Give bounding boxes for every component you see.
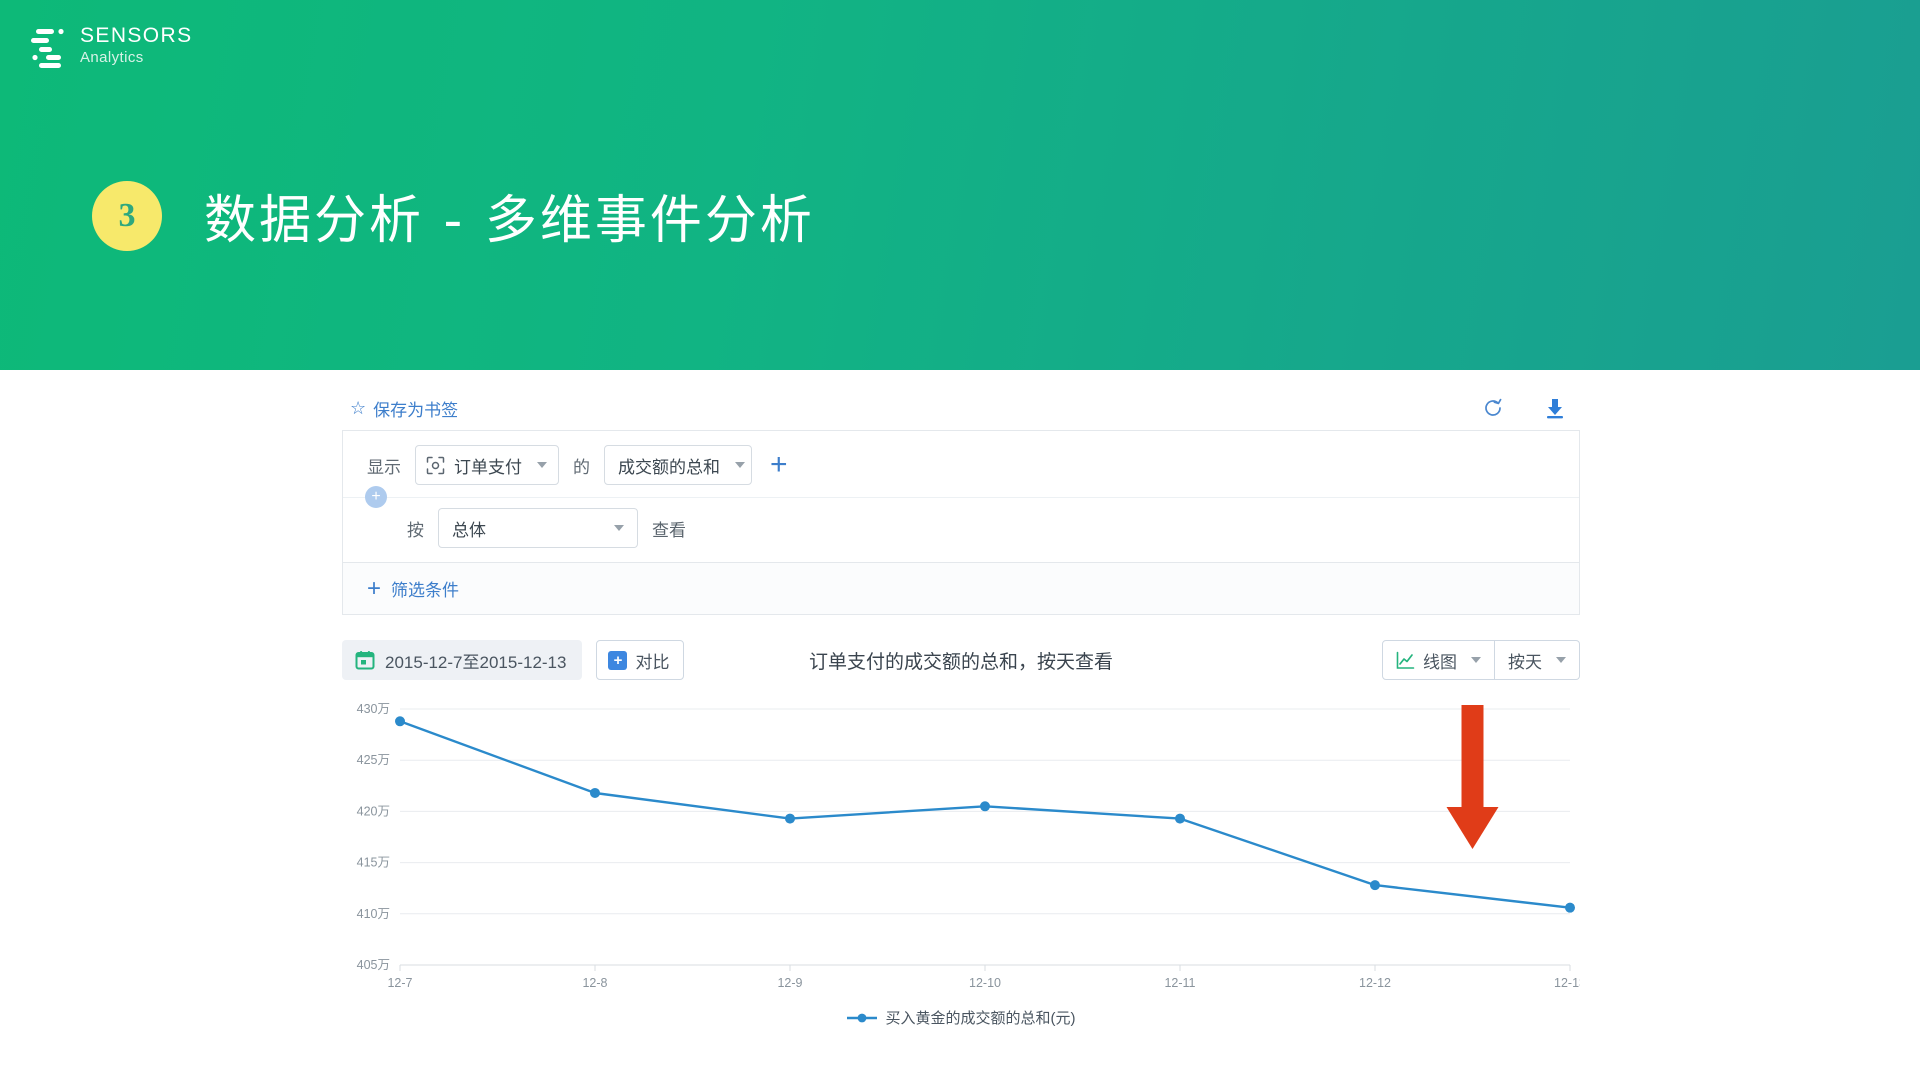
hero-header: SENSORS Analytics 3 数据分析 - 多维事件分析	[0, 0, 1920, 370]
groupby-row: 按 总体 查看	[343, 498, 1579, 562]
query-builder: 显示 订单支付 的 成交额的总和 + + 按 总体 查看	[342, 430, 1580, 562]
view-label: 查看	[652, 520, 686, 540]
chevron-down-icon	[735, 462, 745, 468]
measure-select[interactable]: 成交额的总和	[604, 445, 752, 485]
chevron-down-icon	[1471, 657, 1481, 663]
plus-icon: +	[367, 574, 382, 602]
sensors-analytics-logo-icon	[28, 26, 70, 70]
plus-square-icon: +	[608, 650, 628, 670]
chart-type-value: 线图	[1423, 652, 1457, 672]
svg-text:12-12: 12-12	[1359, 976, 1391, 990]
svg-text:12-9: 12-9	[777, 976, 802, 990]
date-range-picker[interactable]: 2015-12-7至2015-12-13	[342, 640, 583, 680]
panel-actions	[1482, 397, 1570, 419]
svg-text:430万: 430万	[357, 702, 390, 716]
chart-type-select[interactable]: 线图	[1382, 640, 1495, 680]
chart-legend: 买入黄金的成交额的总和(元)	[342, 1007, 1580, 1028]
compare-label: 对比	[635, 652, 670, 672]
hero-title-row: 3 数据分析 - 多维事件分析	[92, 178, 815, 253]
measure-select-value: 成交额的总和	[618, 457, 720, 477]
chart-toolbar: 2015-12-7至2015-12-13 + 对比 订单支付的成交额的总和，按天…	[342, 637, 1580, 683]
star-icon: ☆	[350, 398, 367, 418]
chart-canvas: 430万 425万 420万 415万 410万 405万 12-7 12-8 12-9 12-1…	[357, 702, 1580, 990]
calendar-icon	[355, 650, 375, 670]
of-label: 的	[573, 457, 590, 477]
event-select[interactable]: 订单支付	[415, 445, 559, 485]
chevron-down-icon	[614, 525, 624, 531]
filter-bar[interactable]: + 筛选条件	[342, 562, 1580, 615]
refresh-icon[interactable]	[1482, 397, 1504, 419]
save-bookmark-button[interactable]: ☆ 保存为书签	[350, 396, 458, 421]
date-range-value: 2015-12-7至2015-12-13	[385, 652, 567, 672]
svg-text:410万: 410万	[357, 907, 390, 921]
brand-name: SENSORS	[80, 24, 193, 47]
brand-subtitle: Analytics	[80, 49, 144, 66]
by-label: 按	[407, 520, 424, 540]
slide-root: SENSORS Analytics 3 数据分析 - 多维事件分析 ☆ 保存为书…	[0, 0, 1920, 1080]
brand-logo: SENSORS Analytics	[28, 22, 191, 74]
chart-view-controls: 线图 按天	[1382, 640, 1580, 680]
chevron-down-icon	[537, 462, 547, 468]
panel-toolbar: ☆ 保存为书签	[342, 386, 1580, 430]
show-label: 显示	[367, 457, 401, 477]
target-frame-icon	[426, 456, 445, 475]
svg-text:415万: 415万	[357, 856, 390, 870]
svg-text:12-13: 12-13	[1554, 976, 1580, 990]
chevron-down-icon	[1556, 657, 1566, 663]
svg-text:405万: 405万	[357, 958, 390, 972]
compare-button[interactable]: + 对比	[596, 640, 685, 680]
granularity-value: 按天	[1508, 652, 1542, 672]
svg-text:12-8: 12-8	[582, 976, 607, 990]
svg-text:12-10: 12-10	[969, 976, 1001, 990]
save-bookmark-label: 保存为书签	[373, 400, 459, 420]
chart-section: 2015-12-7至2015-12-13 + 对比 订单支付的成交额的总和，按天…	[342, 637, 1580, 1028]
svg-text:425万: 425万	[357, 753, 390, 767]
download-icon[interactable]	[1544, 397, 1566, 419]
svg-text:12-11: 12-11	[1164, 976, 1195, 990]
line-chart-plot: 430万 425万 420万 415万 410万 405万 12-7 12-8 12-9 12-1…	[342, 697, 1580, 997]
groupby-select-value: 总体	[452, 520, 486, 540]
legend-marker-icon	[846, 1012, 877, 1024]
line-chart-icon	[1396, 651, 1415, 670]
down-arrow-annotation	[1446, 705, 1499, 849]
granularity-select[interactable]: 按天	[1495, 640, 1580, 680]
event-select-value: 订单支付	[454, 457, 522, 477]
add-measure-button[interactable]: +	[770, 450, 788, 480]
analytics-panel: ☆ 保存为书签 显示 订单支付 的 成交额的总和 + + 按 总体 查看 + 筛…	[342, 386, 1580, 1028]
legend-label: 买入黄金的成交额的总和(元)	[885, 1010, 1076, 1027]
page-title: 数据分析 - 多维事件分析	[204, 191, 815, 251]
svg-text:12-7: 12-7	[387, 976, 412, 990]
section-number-badge: 3	[92, 180, 162, 251]
measure-row: 显示 订单支付 的 成交额的总和 + +	[343, 431, 1579, 508]
svg-text:420万: 420万	[357, 804, 390, 818]
filter-label: 筛选条件	[391, 581, 460, 600]
groupby-select[interactable]: 总体	[438, 508, 638, 548]
